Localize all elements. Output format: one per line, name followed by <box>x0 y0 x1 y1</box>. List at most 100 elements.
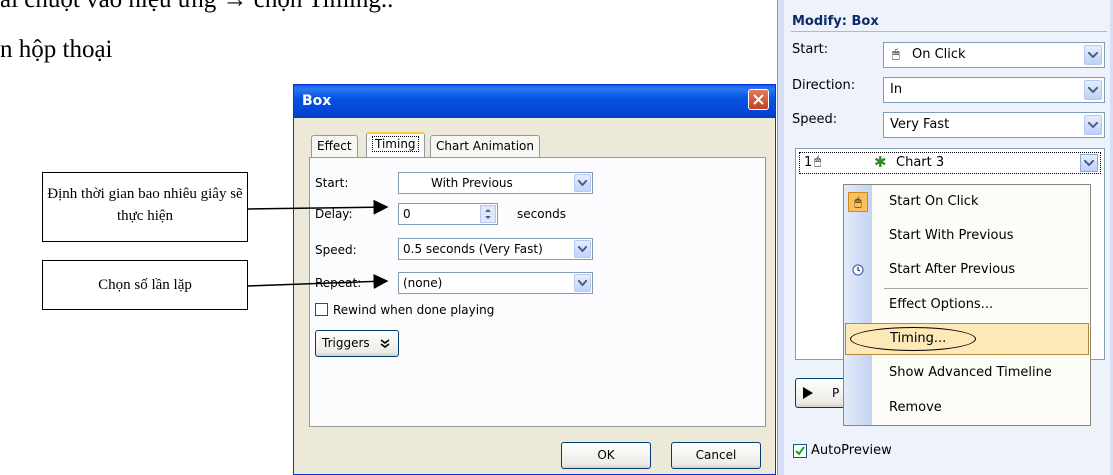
pane-speed-dropdown[interactable] <box>1084 115 1102 135</box>
pane-speed-select[interactable]: Very Fast <box>883 112 1105 138</box>
menu-item-show-advanced-timeline[interactable]: Show Advanced Timeline <box>844 356 1090 390</box>
menu-item-label: Remove <box>889 400 942 415</box>
menu-item-start-after-previous[interactable]: Start After Previous <box>844 253 1090 287</box>
rewind-label: Rewind when done playing <box>333 303 494 317</box>
menu-item-remove[interactable]: Remove <box>844 390 1090 424</box>
callout-delay-text: Định thời gian bao nhiêu giây sẽ thực hi… <box>47 186 243 224</box>
menu-item-timing[interactable]: Timing... <box>845 323 1089 355</box>
speed-select[interactable]: 0.5 seconds (Very Fast) <box>398 238 593 260</box>
timing-panel: Start: With Previous Delay: 0 seconds Sp… <box>309 157 766 427</box>
callout-delay: Định thời gian bao nhiêu giây sẽ thực hi… <box>42 172 248 242</box>
callout-repeat: Chọn số lần lặp <box>42 260 248 310</box>
tab-effect-label: Effect <box>317 139 352 153</box>
pane-heading: Modify: Box <box>792 14 879 29</box>
menu-item-label: Show Advanced Timeline <box>889 365 1052 380</box>
start-label-text: Start: <box>315 176 349 190</box>
repeat-select-value: (none) <box>403 276 443 290</box>
menu-item-start-with-previous[interactable]: Start With Previous <box>844 219 1090 253</box>
pane-start-dropdown[interactable] <box>1084 45 1102 65</box>
tab-timing[interactable]: Timing <box>366 132 425 157</box>
autopreview-label-text: AutoPreview <box>811 443 892 458</box>
list-item-chart3[interactable]: 1 🖱 ✱ Chart 3 <box>799 152 1101 174</box>
repeat-label-text: Repeat: <box>315 276 362 290</box>
pane-start-select[interactable]: 🖱 On Click <box>883 42 1105 68</box>
rewind-checkbox[interactable] <box>315 303 328 316</box>
list-item-dropdown[interactable] <box>1080 154 1098 172</box>
pane-start-value: On Click <box>912 47 966 62</box>
list-item-label: Chart 3 <box>896 155 945 170</box>
pane-direction-label: Direction: <box>792 78 855 93</box>
start-select[interactable]: With Previous <box>398 172 593 194</box>
checkmark-icon <box>795 446 805 456</box>
delay-spinner[interactable] <box>480 205 496 223</box>
double-chevron-down-icon <box>380 339 390 348</box>
pane-direction-label-text: Direction: <box>792 78 856 93</box>
triggers-label: Triggers <box>322 336 370 350</box>
autopreview-checkbox[interactable] <box>793 444 807 458</box>
speed-label-text: Speed: <box>315 243 357 257</box>
close-button[interactable] <box>748 89 769 110</box>
tab-effect[interactable]: Effect <box>311 135 358 157</box>
menu-item-start-on-click[interactable]: 🖱 Start On Click <box>844 185 1090 219</box>
pane-speed-label: Speed: <box>792 112 837 127</box>
instruction-line-1: ải chuột vào hiệu ứng → chọn Timing.. <box>0 0 393 14</box>
instruction-line-2: n hộp thoại <box>0 36 113 63</box>
delay-input[interactable]: 0 <box>398 203 498 225</box>
tab-chart-animation-label: Chart Animation <box>436 139 534 153</box>
delay-unit: seconds <box>517 207 566 221</box>
delay-label: Delay: <box>315 207 353 221</box>
cancel-button[interactable]: Cancel <box>671 442 761 469</box>
chevron-down-icon <box>1084 160 1094 166</box>
repeat-dropdown-button[interactable] <box>574 274 591 292</box>
pane-start-label: Start: <box>792 42 828 57</box>
box-dialog: Box Effect Timing Chart Animation Start:… <box>293 84 776 475</box>
dialog-titlebar: Box <box>294 85 775 118</box>
play-label: P <box>832 386 840 400</box>
repeat-select[interactable]: (none) <box>398 272 593 294</box>
play-icon <box>803 387 813 399</box>
pane-speed-label-text: Speed: <box>792 112 838 127</box>
tab-chart-animation[interactable]: Chart Animation <box>430 135 540 157</box>
dialog-title: Box <box>302 93 332 109</box>
mouse-click-icon: 🖱 <box>814 154 822 168</box>
tab-timing-label: Timing <box>372 136 419 152</box>
menu-item-label: Effect Options... <box>889 297 994 312</box>
menu-item-label: Timing... <box>890 331 947 346</box>
rewind-label-text: Rewind when done playing <box>333 303 495 317</box>
ok-label: OK <box>597 448 615 462</box>
chevron-down-icon <box>578 246 587 252</box>
speed-select-value: 0.5 seconds (Very Fast) <box>403 242 543 256</box>
chevron-down-icon <box>1088 122 1098 128</box>
triggers-button[interactable]: Triggers <box>315 330 399 357</box>
pane-start-label-text: Start: <box>792 42 829 57</box>
pane-direction-value: In <box>890 82 903 97</box>
effect-star-icon: ✱ <box>874 153 887 171</box>
delay-value: 0 <box>403 207 411 221</box>
close-icon <box>753 94 764 105</box>
effect-context-menu: 🖱 Start On Click Start With Previous Sta… <box>843 184 1091 426</box>
start-label: Start: <box>315 176 348 190</box>
ok-button[interactable]: OK <box>561 442 651 469</box>
mouse-click-icon: 🖱 <box>848 192 868 212</box>
pane-direction-select[interactable]: In <box>883 77 1105 103</box>
delay-label-text: Delay: <box>315 207 353 221</box>
chevron-down-icon <box>1088 52 1098 58</box>
list-item-index: 1 <box>804 155 813 170</box>
pane-speed-value: Very Fast <box>890 117 950 132</box>
cancel-label: Cancel <box>695 448 737 462</box>
menu-item-effect-options[interactable]: Effect Options... <box>844 289 1090 323</box>
pane-heading-text: Modify: Box <box>792 14 879 29</box>
autopreview-label: AutoPreview <box>811 443 892 458</box>
spinner-arrows-icon <box>485 209 491 219</box>
menu-item-label: Start With Previous <box>889 228 1014 243</box>
delay-unit-text: seconds <box>517 207 567 221</box>
pane-divider <box>791 31 1107 32</box>
chevron-down-icon <box>1088 87 1098 93</box>
chevron-down-icon <box>578 280 587 286</box>
pane-direction-dropdown[interactable] <box>1084 80 1102 100</box>
start-dropdown-button[interactable] <box>574 174 591 192</box>
mouse-click-icon: 🖱 <box>892 47 900 62</box>
speed-dropdown-button[interactable] <box>574 240 591 258</box>
clock-icon <box>852 264 864 276</box>
menu-item-label: Start On Click <box>889 194 979 209</box>
